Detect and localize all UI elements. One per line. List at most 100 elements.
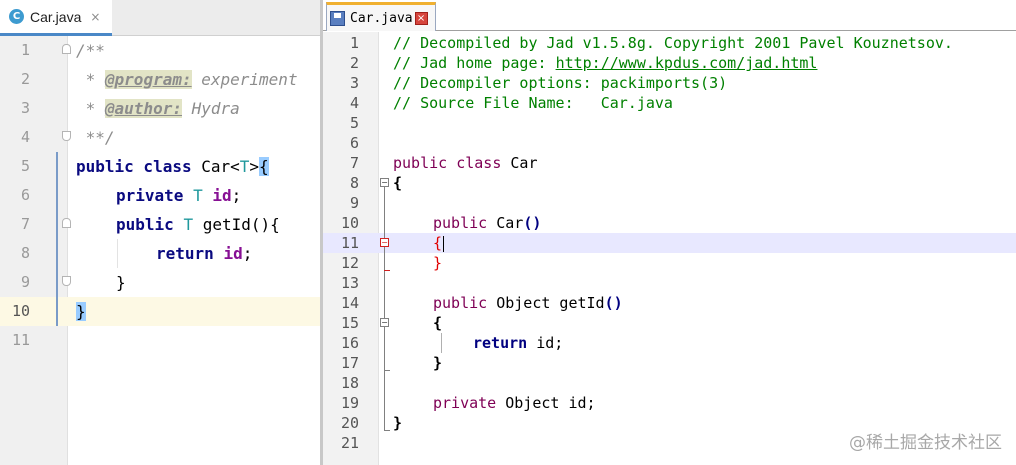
javadoc-tag: @author: bbox=[104, 99, 182, 118]
tab-car-java-decompiled[interactable]: Car.java × bbox=[326, 2, 436, 31]
code-text[interactable]: { bbox=[433, 233, 445, 253]
code-text[interactable]: // Jad home page: http://www.kpdus.com/j… bbox=[393, 53, 817, 73]
code-line: 9 bbox=[323, 193, 1016, 213]
code-text[interactable]: { bbox=[433, 313, 442, 333]
line-number: 18 bbox=[340, 374, 359, 392]
line-number: 3 bbox=[349, 74, 359, 92]
comment-text: Hydra bbox=[181, 99, 240, 118]
code-text[interactable]: public class Car bbox=[393, 153, 538, 173]
line-number: 6 bbox=[20, 186, 30, 204]
line-number: 4 bbox=[349, 94, 359, 112]
code-line: 2 * @program: experiment bbox=[0, 65, 320, 94]
code-line: 14 public Object getId() bbox=[323, 293, 1016, 313]
field-identifier: id bbox=[212, 186, 232, 205]
fold-icon[interactable] bbox=[62, 131, 71, 141]
fold-minus-icon[interactable]: − bbox=[380, 178, 389, 187]
code-text[interactable]: } bbox=[433, 253, 442, 273]
code-line: 5 public class Car<T>{ bbox=[0, 152, 320, 181]
method-signature: getId(){ bbox=[202, 215, 280, 234]
left-editor-pane: C Car.java × 1 /** 2 * @program: experim… bbox=[0, 0, 320, 465]
java-class-icon: C bbox=[9, 9, 24, 24]
code-line-current: 11 { bbox=[323, 233, 1016, 253]
line-number: 1 bbox=[20, 41, 30, 59]
tab-label: Car.java bbox=[30, 8, 82, 25]
comment-text: * bbox=[76, 99, 105, 118]
code-line: 7 public class Car bbox=[323, 153, 1016, 173]
keyword: private bbox=[433, 394, 506, 412]
semicolon: ; bbox=[231, 186, 242, 205]
comment-text: experiment bbox=[191, 70, 298, 89]
jad-home-link[interactable]: http://www.kpdus.com/jad.html bbox=[556, 54, 818, 72]
code-text[interactable]: **/ bbox=[76, 123, 115, 152]
code-line: 6 bbox=[323, 133, 1016, 153]
keyword: return bbox=[473, 334, 537, 352]
code-text[interactable]: // Source File Name: Car.java bbox=[393, 93, 673, 113]
code-line: 11 bbox=[0, 326, 320, 355]
fold-icon[interactable] bbox=[62, 276, 71, 286]
parentheses: () bbox=[604, 294, 623, 312]
code-text[interactable]: } bbox=[433, 353, 442, 373]
code-text[interactable]: private Object id; bbox=[433, 393, 596, 413]
code-line: 9 } bbox=[0, 268, 320, 297]
code-text[interactable]: { bbox=[393, 173, 402, 193]
left-tab-bar: C Car.java × bbox=[0, 0, 320, 36]
code-text[interactable]: public class Car<T>{ bbox=[76, 152, 269, 181]
code-line: 1 /** bbox=[0, 36, 320, 65]
watermark: @稀土掘金技术社区 bbox=[849, 433, 1002, 453]
line-number: 3 bbox=[20, 99, 30, 117]
code-line: 16 return id; bbox=[323, 333, 1016, 353]
code-text[interactable]: private T id; bbox=[116, 181, 241, 210]
line-number: 17 bbox=[340, 354, 359, 372]
code-line: 5 bbox=[323, 113, 1016, 133]
fold-icon[interactable] bbox=[62, 44, 71, 54]
code-text[interactable]: return id; bbox=[156, 239, 252, 268]
line-number: 8 bbox=[20, 244, 30, 262]
code-text[interactable]: return id; bbox=[473, 333, 563, 353]
keyword: public class bbox=[393, 154, 511, 172]
line-number: 19 bbox=[340, 394, 359, 412]
code-line-current: 10 } bbox=[0, 297, 320, 326]
class-name: Car< bbox=[201, 157, 240, 176]
code-line: 4 **/ bbox=[0, 123, 320, 152]
code-text[interactable]: public T getId(){ bbox=[116, 210, 280, 239]
code-text[interactable]: public Car() bbox=[433, 213, 541, 233]
line-number: 14 bbox=[340, 294, 359, 312]
return-expression: id; bbox=[536, 334, 564, 352]
code-text[interactable]: } bbox=[116, 268, 126, 297]
line-number: 7 bbox=[349, 154, 359, 172]
keyword: return bbox=[156, 244, 224, 263]
code-text[interactable]: // Decompiler options: packimports(3) bbox=[393, 73, 727, 93]
code-text[interactable]: public Object getId() bbox=[433, 293, 623, 313]
close-tab-icon[interactable]: × bbox=[414, 11, 428, 25]
fold-minus-icon[interactable]: − bbox=[380, 318, 389, 327]
indent-guide bbox=[117, 239, 118, 268]
code-text[interactable]: // Decompiled by Jad v1.5.8g. Copyright … bbox=[393, 33, 953, 53]
comment-text: * bbox=[76, 70, 105, 89]
code-line: 17 } bbox=[323, 353, 1016, 373]
angle-bracket: > bbox=[249, 157, 260, 176]
matched-brace: } bbox=[76, 302, 86, 321]
line-number: 5 bbox=[20, 157, 30, 175]
code-line: 1 // Decompiled by Jad v1.5.8g. Copyrigh… bbox=[323, 33, 1016, 53]
line-number: 7 bbox=[20, 215, 30, 233]
code-text[interactable]: } bbox=[76, 297, 86, 326]
fold-icon[interactable] bbox=[62, 218, 71, 228]
code-line: 18 bbox=[323, 373, 1016, 393]
code-text[interactable]: * @program: experiment bbox=[76, 65, 298, 94]
close-tab-icon[interactable]: × bbox=[90, 10, 100, 24]
constructor-name: Car bbox=[496, 214, 524, 232]
code-text[interactable]: * @author: Hydra bbox=[76, 94, 240, 123]
code-text[interactable]: /** bbox=[76, 36, 105, 65]
code-line: 8 { bbox=[323, 173, 1016, 193]
fold-tree-end bbox=[384, 430, 390, 431]
fold-minus-icon[interactable]: − bbox=[380, 238, 389, 247]
method-signature: Object getId bbox=[496, 294, 605, 312]
line-number: 9 bbox=[349, 194, 359, 212]
code-line: 4 // Source File Name: Car.java bbox=[323, 93, 1016, 113]
code-text[interactable]: } bbox=[393, 413, 402, 433]
code-line: 6 private T id; bbox=[0, 181, 320, 210]
tab-car-java[interactable]: C Car.java × bbox=[0, 0, 112, 36]
keyword: private bbox=[116, 186, 194, 205]
keyword: public bbox=[116, 215, 184, 234]
field-identifier: id bbox=[223, 244, 243, 263]
